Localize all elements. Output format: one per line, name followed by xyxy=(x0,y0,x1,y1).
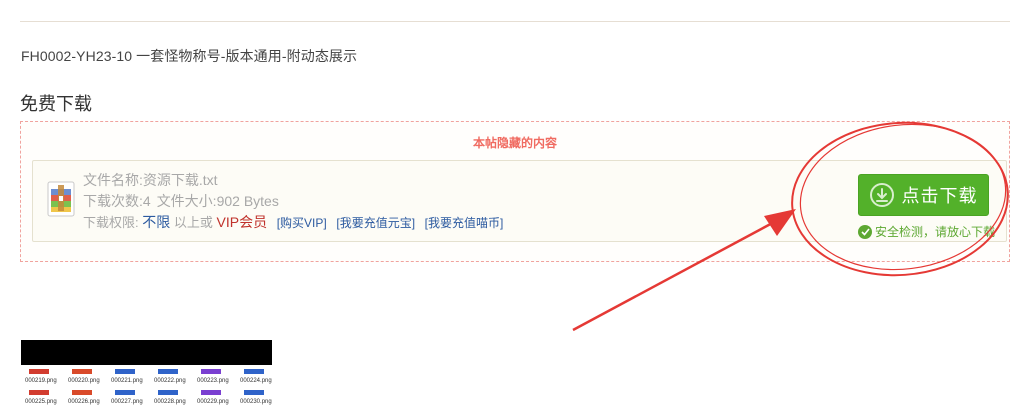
thumbnail-grid: 000219.png 000220.png 000221.png 000222.png… xyxy=(25,369,272,405)
thumbnail-filename: 000222.png xyxy=(154,378,186,384)
download-arrow-icon xyxy=(869,183,894,207)
thumbnail-filename: 000226.png xyxy=(68,399,100,405)
thumbnail-filename: 000230.png xyxy=(240,399,272,405)
download-button[interactable]: 点击下载 xyxy=(858,174,989,216)
hidden-content-box: 本帖隐藏的内容 文件名称:资源下载.txt 下载次数:4 文件大小:902 Byt… xyxy=(20,121,1010,262)
section-heading: 免费下载 xyxy=(20,94,92,114)
thumbnail-filename: 000219.png xyxy=(25,378,57,384)
thumbnail-filename: 000228.png xyxy=(154,399,186,405)
thumbnail-filename: 000229.png xyxy=(197,399,229,405)
permission-value: 不限 xyxy=(142,214,171,230)
post-title: FH0002-YH23-10 一套怪物称号-版本通用-附动态展示 xyxy=(21,48,358,64)
thumbnail-badge xyxy=(115,390,135,395)
thumbnail-filename: 000221.png xyxy=(111,378,143,384)
file-permission: 下载权限: 不限 以上或 VIP会员 [购买VIP] [我要充值元宝] [我要充… xyxy=(83,212,503,232)
attachment-card: 文件名称:资源下载.txt 下载次数:4 文件大小:902 Bytes 下载权限:… xyxy=(32,160,1007,242)
thumbnail-header-bar xyxy=(21,340,272,365)
permission-above-label: 以上或 xyxy=(173,215,213,230)
thumbnail-badge xyxy=(115,369,135,374)
thumbnail-badge xyxy=(201,390,221,395)
permission-label: 下载权限: xyxy=(83,215,139,230)
vip-label: VIP会员 xyxy=(216,214,268,230)
preview-thumbnail[interactable]: 000219.png 000220.png 000221.png 000222.png… xyxy=(21,340,272,409)
safety-note: 安全检测，请放心下载 xyxy=(858,223,995,240)
recharge-yuanbao-link[interactable]: [我要充值元宝] xyxy=(336,216,415,230)
thumbnail-badge xyxy=(201,369,221,374)
download-count: 下载次数:4 xyxy=(83,193,151,209)
thumbnail-badge xyxy=(29,390,49,395)
thumbnail-badge xyxy=(158,369,178,374)
recharge-miaobi-link[interactable]: [我要充值喵币] xyxy=(425,216,504,230)
thumbnail-badge xyxy=(72,390,92,395)
top-divider xyxy=(20,21,1010,22)
thumbnail-filename: 000220.png xyxy=(68,378,100,384)
thumbnail-badge xyxy=(244,369,264,374)
check-circle-icon xyxy=(858,224,872,239)
archive-file-icon xyxy=(47,181,75,217)
thumbnail-filename: 000225.png xyxy=(25,399,57,405)
thumbnail-filename: 000227.png xyxy=(111,399,143,405)
file-stats: 下载次数:4 文件大小:902 Bytes xyxy=(83,191,279,211)
thumbnail-badge xyxy=(244,390,264,395)
thumbnail-badge xyxy=(29,369,49,374)
buy-vip-link[interactable]: [购买VIP] xyxy=(277,216,327,230)
download-button-label: 点击下载 xyxy=(901,186,978,206)
thumbnail-badge xyxy=(158,390,178,395)
safety-note-text: 安全检测，请放心下载 xyxy=(875,225,996,239)
thumbnail-badge xyxy=(72,369,92,374)
hidden-content-label: 本帖隐藏的内容 xyxy=(472,136,557,150)
file-size: 文件大小:902 Bytes xyxy=(156,193,279,209)
thumbnail-filename: 000224.png xyxy=(240,378,272,384)
file-name: 文件名称:资源下载.txt xyxy=(83,172,218,188)
thumbnail-filename: 000223.png xyxy=(197,378,229,384)
